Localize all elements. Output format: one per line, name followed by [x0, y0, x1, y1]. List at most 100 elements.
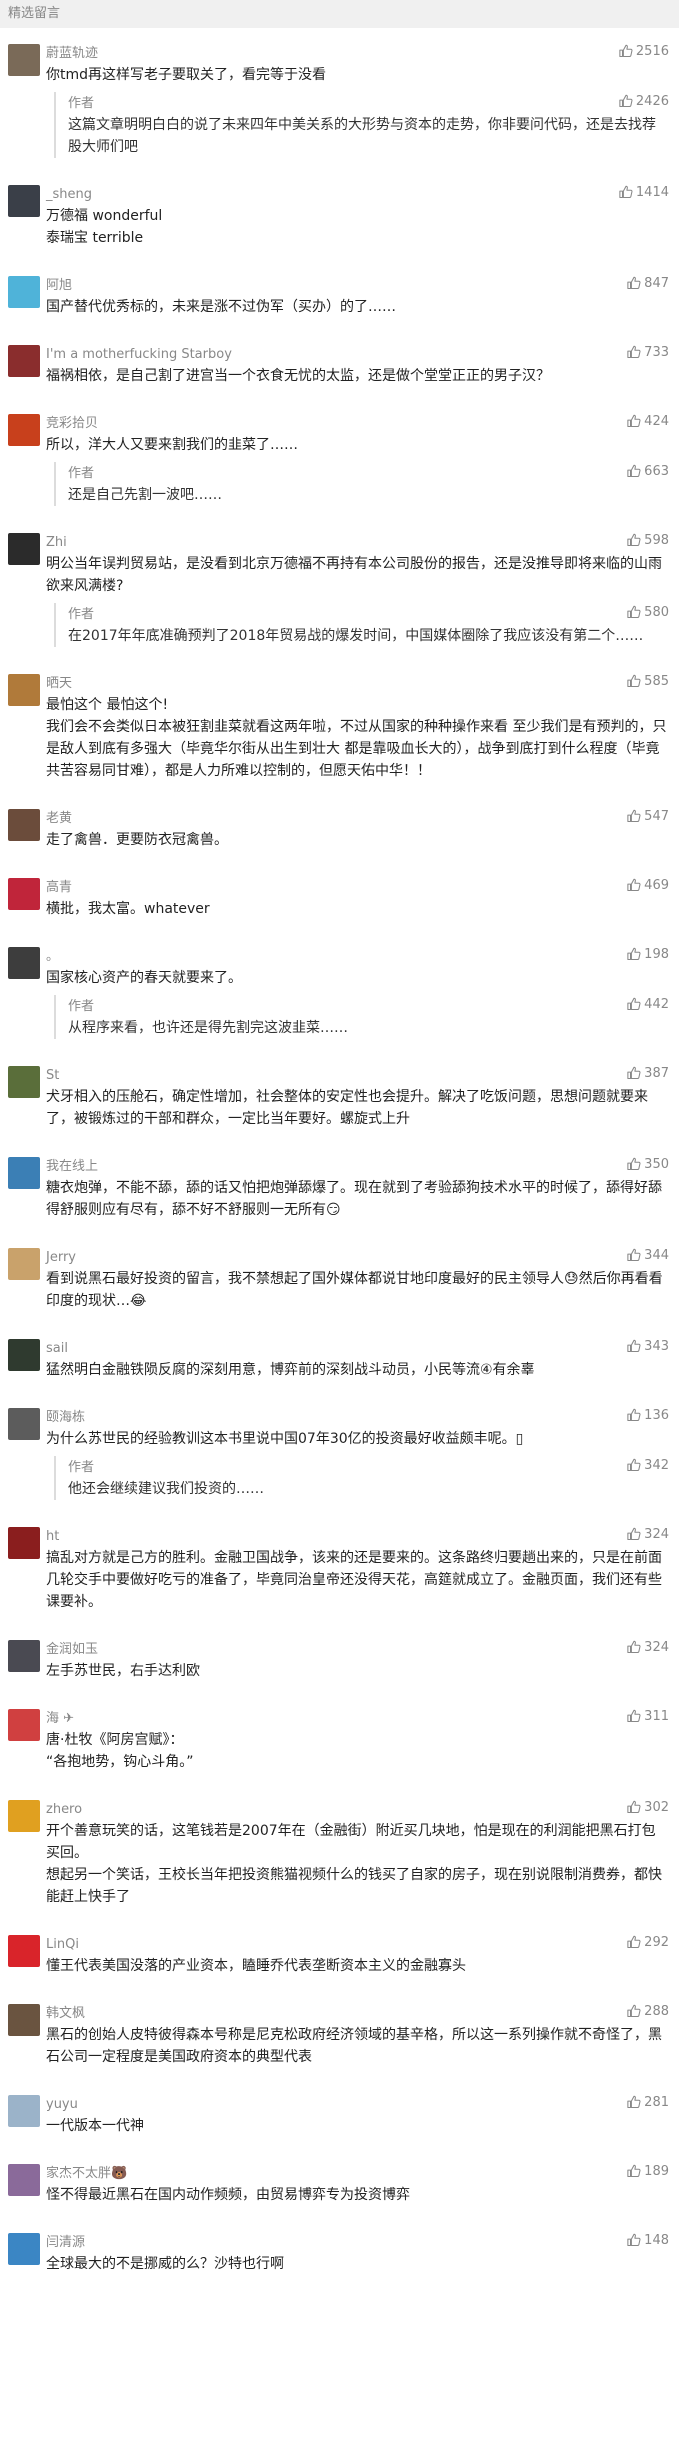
- thumbs-up-icon: [627, 1157, 641, 1178]
- avatar[interactable]: [8, 1339, 40, 1371]
- like-button[interactable]: 424: [627, 412, 669, 435]
- like-button[interactable]: 350: [627, 1155, 669, 1178]
- reply-header: 作者 342: [68, 1456, 669, 1476]
- comment-header: Zhi 598: [46, 531, 669, 551]
- reply-like-button[interactable]: 342: [627, 1456, 669, 1479]
- avatar[interactable]: [8, 414, 40, 446]
- reply-like-button[interactable]: 663: [627, 462, 669, 485]
- comment-header: 家杰不太胖🐻 189: [46, 2162, 669, 2182]
- avatar[interactable]: [8, 1800, 40, 1832]
- avatar[interactable]: [8, 2095, 40, 2127]
- like-button[interactable]: 469: [627, 876, 669, 899]
- avatar[interactable]: [8, 1527, 40, 1559]
- avatar[interactable]: [8, 2233, 40, 2265]
- comment-item: 。 198 国家核心资产的春天就要来了。 作者 442 从程序来看，也许还是得先割完这波韭…: [0, 945, 679, 1039]
- avatar[interactable]: [8, 878, 40, 910]
- comment-item: ht 324 搞乱对方就是己方的胜利。金融卫国战争，该来的还是要来的。这条路终归要趟…: [0, 1525, 679, 1613]
- comment-text: 唐·杜牧《阿房宫赋》： “各抱地势，钩心斗角。”: [46, 1732, 194, 1770]
- commenter-name: 我在线上: [46, 1159, 99, 1174]
- avatar[interactable]: [8, 1640, 40, 1672]
- comment-text: 猛然明白金融铁陨反腐的深刻用意，博弈前的深刻战斗动员，小民等流④有余辜: [46, 1362, 535, 1378]
- comment-header: 我在线上 350: [46, 1155, 669, 1175]
- like-button[interactable]: 198: [627, 945, 669, 968]
- avatar[interactable]: [8, 1248, 40, 1280]
- thumbs-up-icon: [627, 345, 641, 366]
- comment-text: 左手苏世民，右手达利欧: [46, 1663, 200, 1679]
- like-button[interactable]: 324: [627, 1525, 669, 1548]
- comment-item: 老黄 547 走了禽兽．更要防衣冠禽兽。: [0, 807, 679, 851]
- comment-header: I'm a motherfucking Starboy 733: [46, 343, 669, 363]
- like-button[interactable]: 288: [627, 2002, 669, 2025]
- commenter-name: 高青: [46, 880, 73, 895]
- avatar-image: [8, 2095, 40, 2127]
- avatar[interactable]: [8, 276, 40, 308]
- commenter-name: Jerry: [46, 1250, 76, 1265]
- avatar[interactable]: [8, 947, 40, 979]
- thumbs-up-icon: [627, 1640, 641, 1661]
- like-count: 733: [644, 345, 669, 360]
- comment-item: 韩文枫 288 黑石的创始人皮特彼得森本号称是尼克松政府经济领域的基辛格，所以这一系…: [0, 2002, 679, 2068]
- comment-header: 。 198: [46, 945, 669, 965]
- like-count: 2516: [635, 44, 669, 59]
- avatar[interactable]: [8, 533, 40, 565]
- avatar[interactable]: [8, 1408, 40, 1440]
- avatar[interactable]: [8, 1935, 40, 1967]
- like-count: 288: [644, 2004, 669, 2019]
- like-button[interactable]: 343: [627, 1337, 669, 1360]
- avatar[interactable]: [8, 809, 40, 841]
- comment-header: 高青 469: [46, 876, 669, 896]
- comments-page: 精选留言 蔚蓝轨迹 2516 你tmd再这样写老子要取关了，看完等于没看 作者 2426…: [0, 0, 679, 2450]
- like-button[interactable]: 148: [627, 2231, 669, 2254]
- thumbs-up-icon: [627, 1527, 641, 1548]
- avatar-image: [8, 674, 40, 706]
- avatar[interactable]: [8, 1157, 40, 1189]
- avatar[interactable]: [8, 2164, 40, 2196]
- like-button[interactable]: 311: [627, 1707, 669, 1730]
- like-button[interactable]: 302: [627, 1798, 669, 1821]
- avatar[interactable]: [8, 1066, 40, 1098]
- avatar[interactable]: [8, 674, 40, 706]
- like-button[interactable]: 547: [627, 807, 669, 830]
- like-button[interactable]: 189: [627, 2162, 669, 2185]
- comment-header: St 387: [46, 1064, 669, 1084]
- like-count: 281: [644, 2095, 669, 2110]
- comment-text: 万德福 wonderful 泰瑞宝 terrible: [46, 208, 163, 246]
- avatar[interactable]: [8, 185, 40, 217]
- like-button[interactable]: 847: [627, 274, 669, 297]
- thumbs-up-icon: [627, 276, 641, 297]
- comment-header: 晒天 585: [46, 672, 669, 692]
- reply-like-button[interactable]: 442: [627, 995, 669, 1018]
- avatar[interactable]: [8, 44, 40, 76]
- avatar[interactable]: [8, 345, 40, 377]
- avatar-image: [8, 1800, 40, 1832]
- commenter-name: yuyu: [46, 2097, 78, 2112]
- reply-like-button[interactable]: 2426: [619, 92, 669, 115]
- comment-header: 阿旭 847: [46, 274, 669, 294]
- comment-item: I'm a motherfucking Starboy 733 福祸相依，是自己割了…: [0, 343, 679, 387]
- like-button[interactable]: 292: [627, 1933, 669, 1956]
- comment-text: 国家核心资产的春天就要来了。: [46, 970, 242, 986]
- avatar[interactable]: [8, 2004, 40, 2036]
- like-button[interactable]: 1414: [619, 183, 669, 206]
- avatar[interactable]: [8, 1709, 40, 1741]
- like-button[interactable]: 2516: [619, 42, 669, 65]
- commenter-name: Zhi: [46, 535, 67, 550]
- author-label: 作者: [68, 1460, 95, 1475]
- like-button[interactable]: 324: [627, 1638, 669, 1661]
- like-button[interactable]: 344: [627, 1246, 669, 1269]
- reply-text: 从程序来看，也许还是得先割完这波韭菜……: [68, 1020, 348, 1036]
- comment-item: yuyu 281 一代版本一代神: [0, 2093, 679, 2137]
- reply-like-button[interactable]: 580: [627, 603, 669, 626]
- like-count: 1414: [635, 185, 669, 200]
- like-button[interactable]: 387: [627, 1064, 669, 1087]
- section-title: 精选留言: [8, 6, 61, 21]
- like-button[interactable]: 598: [627, 531, 669, 554]
- avatar-image: [8, 1935, 40, 1967]
- like-count: 148: [644, 2233, 669, 2248]
- like-button[interactable]: 136: [627, 1406, 669, 1429]
- like-button[interactable]: 281: [627, 2093, 669, 2116]
- comment-text: 走了禽兽．更要防衣冠禽兽。: [46, 832, 228, 848]
- commenter-name: I'm a motherfucking Starboy: [46, 347, 232, 362]
- like-button[interactable]: 585: [627, 672, 669, 695]
- like-button[interactable]: 733: [627, 343, 669, 366]
